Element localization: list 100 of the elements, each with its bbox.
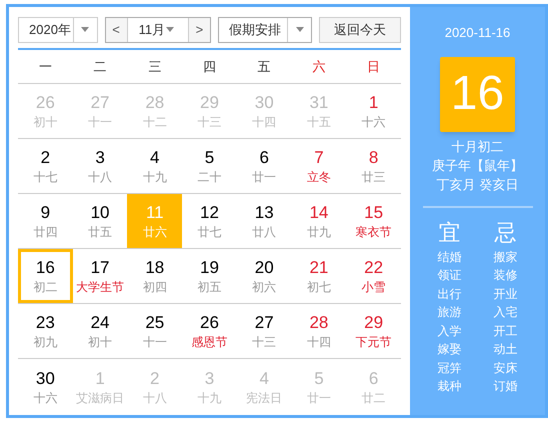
lunar-text: 廿二: [362, 390, 386, 406]
day-number: 19: [200, 257, 219, 279]
day-cell[interactable]: 18 初四: [127, 249, 182, 303]
lunar-text: 初五: [197, 279, 222, 295]
day-number: 1: [95, 368, 105, 390]
day-cell[interactable]: 17 大学生节: [72, 249, 128, 303]
good-activity: 入学: [438, 322, 462, 340]
day-number: 17: [90, 257, 110, 279]
day-cell[interactable]: 15 寒衣节: [346, 194, 401, 248]
day-cell[interactable]: 22 小雪: [346, 249, 401, 303]
lunar-text: 廿一: [306, 390, 331, 406]
caret-icon: [296, 27, 304, 32]
day-number: 5: [314, 368, 324, 390]
day-cell[interactable]: 23 初九: [18, 304, 73, 358]
day-number: 4: [259, 368, 269, 390]
day-number: 10: [90, 202, 110, 224]
lunar-text: 十九: [142, 169, 167, 185]
year-select[interactable]: 2020年: [18, 16, 98, 42]
holiday-value: 假期安排: [228, 20, 282, 39]
lunar-text: 十四: [252, 114, 276, 130]
good-activity: 结婚: [438, 248, 462, 266]
day-number: 18: [145, 257, 164, 279]
lunar-text: 十九: [197, 390, 222, 406]
day-cell[interactable]: 24 初十: [72, 304, 128, 358]
lunar-text: 二十: [197, 169, 222, 185]
day-number: 23: [36, 312, 55, 334]
good-activity: 出行: [438, 286, 462, 302]
day-cell[interactable]: 29 下元节: [346, 304, 401, 358]
day-cell[interactable]: 13 廿八: [236, 194, 292, 248]
day-cell[interactable]: 30 十六: [18, 359, 73, 414]
lunar-text: 寒衣节: [356, 224, 392, 240]
day-number: 27: [90, 92, 110, 114]
day-number: 29: [364, 312, 384, 334]
day-cell[interactable]: 7 立冬: [292, 139, 346, 193]
lunar-text: 初十: [33, 114, 58, 130]
day-number: 7: [314, 147, 324, 169]
day-cell[interactable]: 5 二十: [182, 139, 237, 193]
day-number: 4: [150, 147, 160, 169]
lunar-text: 初四: [142, 279, 167, 295]
back-to-today-button[interactable]: 返回今天: [319, 16, 401, 42]
lunar-text: 廿七: [197, 224, 222, 240]
day-number: 27: [254, 312, 274, 334]
lunar-text: 十二: [142, 114, 167, 130]
day-cell[interactable]: 25 十一: [127, 304, 182, 358]
day-number: 28: [309, 312, 328, 334]
day-cell[interactable]: 14 廿九: [292, 194, 346, 248]
lunar-text: 立冬: [306, 169, 331, 185]
day-cell[interactable]: 1 十六: [346, 84, 401, 138]
day-number: 30: [254, 92, 274, 114]
day-cell[interactable]: 9 廿四: [18, 194, 73, 248]
day-cell[interactable]: 8 廿三: [346, 139, 401, 193]
bad-activity: 动土: [494, 341, 518, 358]
day-cell[interactable]: 28 十四: [292, 304, 346, 358]
day-number: 13: [254, 202, 274, 224]
day-number: 16: [36, 257, 55, 279]
selected-date: 2020-11-16: [444, 24, 510, 42]
lunar-text: 初九: [33, 334, 58, 350]
lunar-text: 廿三: [362, 169, 386, 185]
day-number: 11: [146, 202, 164, 224]
holiday-select[interactable]: 假期安排: [218, 16, 312, 42]
lunar-text: 十四: [306, 334, 331, 350]
good-activity: 冠笄: [438, 360, 462, 376]
day-cell[interactable]: 21 初七: [292, 249, 346, 303]
day-cell[interactable]: 27 十三: [236, 304, 292, 358]
weekday-label: 四: [202, 58, 217, 76]
day-number: 21: [309, 257, 328, 279]
day-number: 2: [150, 368, 160, 390]
day-number: 2: [40, 147, 50, 169]
lunar-text: 十三: [197, 114, 222, 130]
day-number: 28: [145, 92, 164, 114]
weekday-label: 五: [256, 58, 272, 76]
bad-activity: 装修: [494, 267, 518, 284]
day-cell[interactable]: 6 廿一: [236, 139, 292, 193]
weekday-label: 六: [311, 58, 326, 76]
day-cell[interactable]: 12 廿七: [182, 194, 237, 248]
day-number: 6: [259, 147, 269, 169]
day-cell[interactable]: 10 廿五: [72, 194, 128, 248]
day-cell[interactable]: 20 初六: [236, 249, 292, 303]
good-title: 宜: [438, 218, 460, 246]
lunar-text: 十一: [142, 334, 167, 350]
lunar-text: 廿五: [88, 224, 112, 240]
lunar-text: 艾滋病日: [76, 390, 124, 406]
lunar-text: 廿四: [33, 224, 58, 240]
day-number: 25: [145, 312, 164, 334]
day-number: 1: [368, 92, 378, 114]
day-cell[interactable]: 26 感恩节: [182, 304, 237, 358]
day-cell[interactable]: 4 十九: [127, 139, 182, 193]
lunar-text: 初七: [306, 279, 331, 295]
day-number: 22: [364, 257, 384, 279]
lunar-text: 十六: [362, 114, 386, 130]
day-cell[interactable]: 3 十八: [72, 139, 128, 193]
day-cell[interactable]: 19 初五: [182, 249, 237, 303]
lunar-text: 初十: [88, 334, 112, 350]
lunar-text: 十六: [33, 390, 58, 406]
day-number: 24: [90, 312, 110, 334]
day-cell[interactable]: 2 十七: [18, 139, 73, 193]
good-activity: 嫁娶: [438, 341, 462, 358]
day-cell[interactable]: 16 初二: [18, 249, 73, 303]
weekday-label: 一: [38, 58, 53, 76]
day-number: 14: [309, 202, 328, 224]
